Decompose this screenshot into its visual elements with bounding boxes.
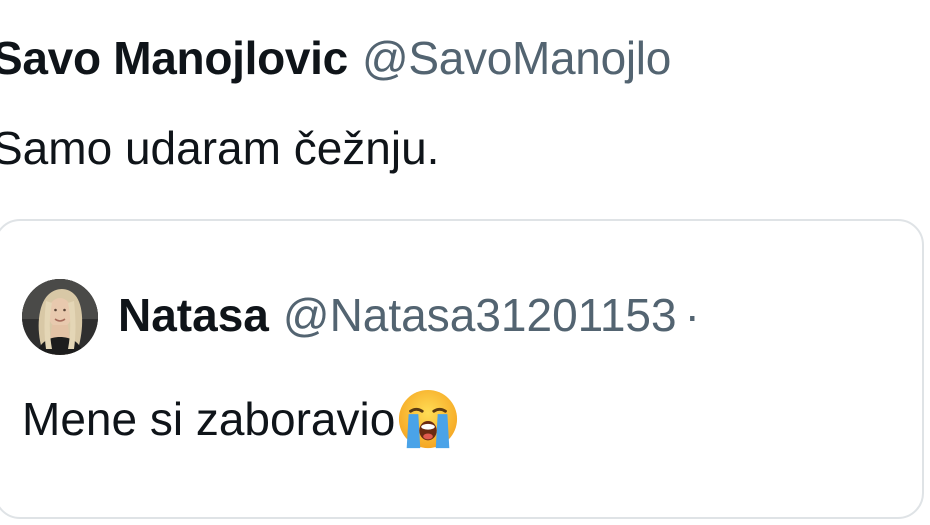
tweet-header: Savo Manojlovic @SavoManojlo bbox=[0, 28, 671, 88]
quoted-tweet-text: Mene si zaboravio bbox=[22, 393, 396, 445]
quoted-tweet-name-row: Natasa @Natasa31201153 · bbox=[118, 285, 700, 345]
separator-dot: · bbox=[684, 289, 700, 341]
quoted-tweet-text-row: Mene si zaboravio bbox=[22, 389, 459, 450]
quoted-author-display-name[interactable]: Natasa bbox=[118, 289, 269, 341]
quoted-author-handle[interactable]: @Natasa31201153 bbox=[283, 289, 677, 341]
tweet[interactable]: Savo Manojlovic @SavoManojlo Samo udaram … bbox=[0, 0, 930, 525]
author-display-name[interactable]: Savo Manojlovic bbox=[0, 32, 348, 84]
loudly-crying-face-emoji-icon bbox=[399, 389, 458, 448]
quoted-tweet-card[interactable]: Natasa @Natasa31201153 · Mene si zaboravio bbox=[0, 219, 924, 519]
author-handle[interactable]: @SavoManojlo bbox=[362, 32, 671, 84]
avatar[interactable] bbox=[22, 279, 98, 355]
avatar-photo bbox=[22, 279, 98, 355]
tweet-text: Samo udaram čežnju. bbox=[0, 122, 440, 174]
